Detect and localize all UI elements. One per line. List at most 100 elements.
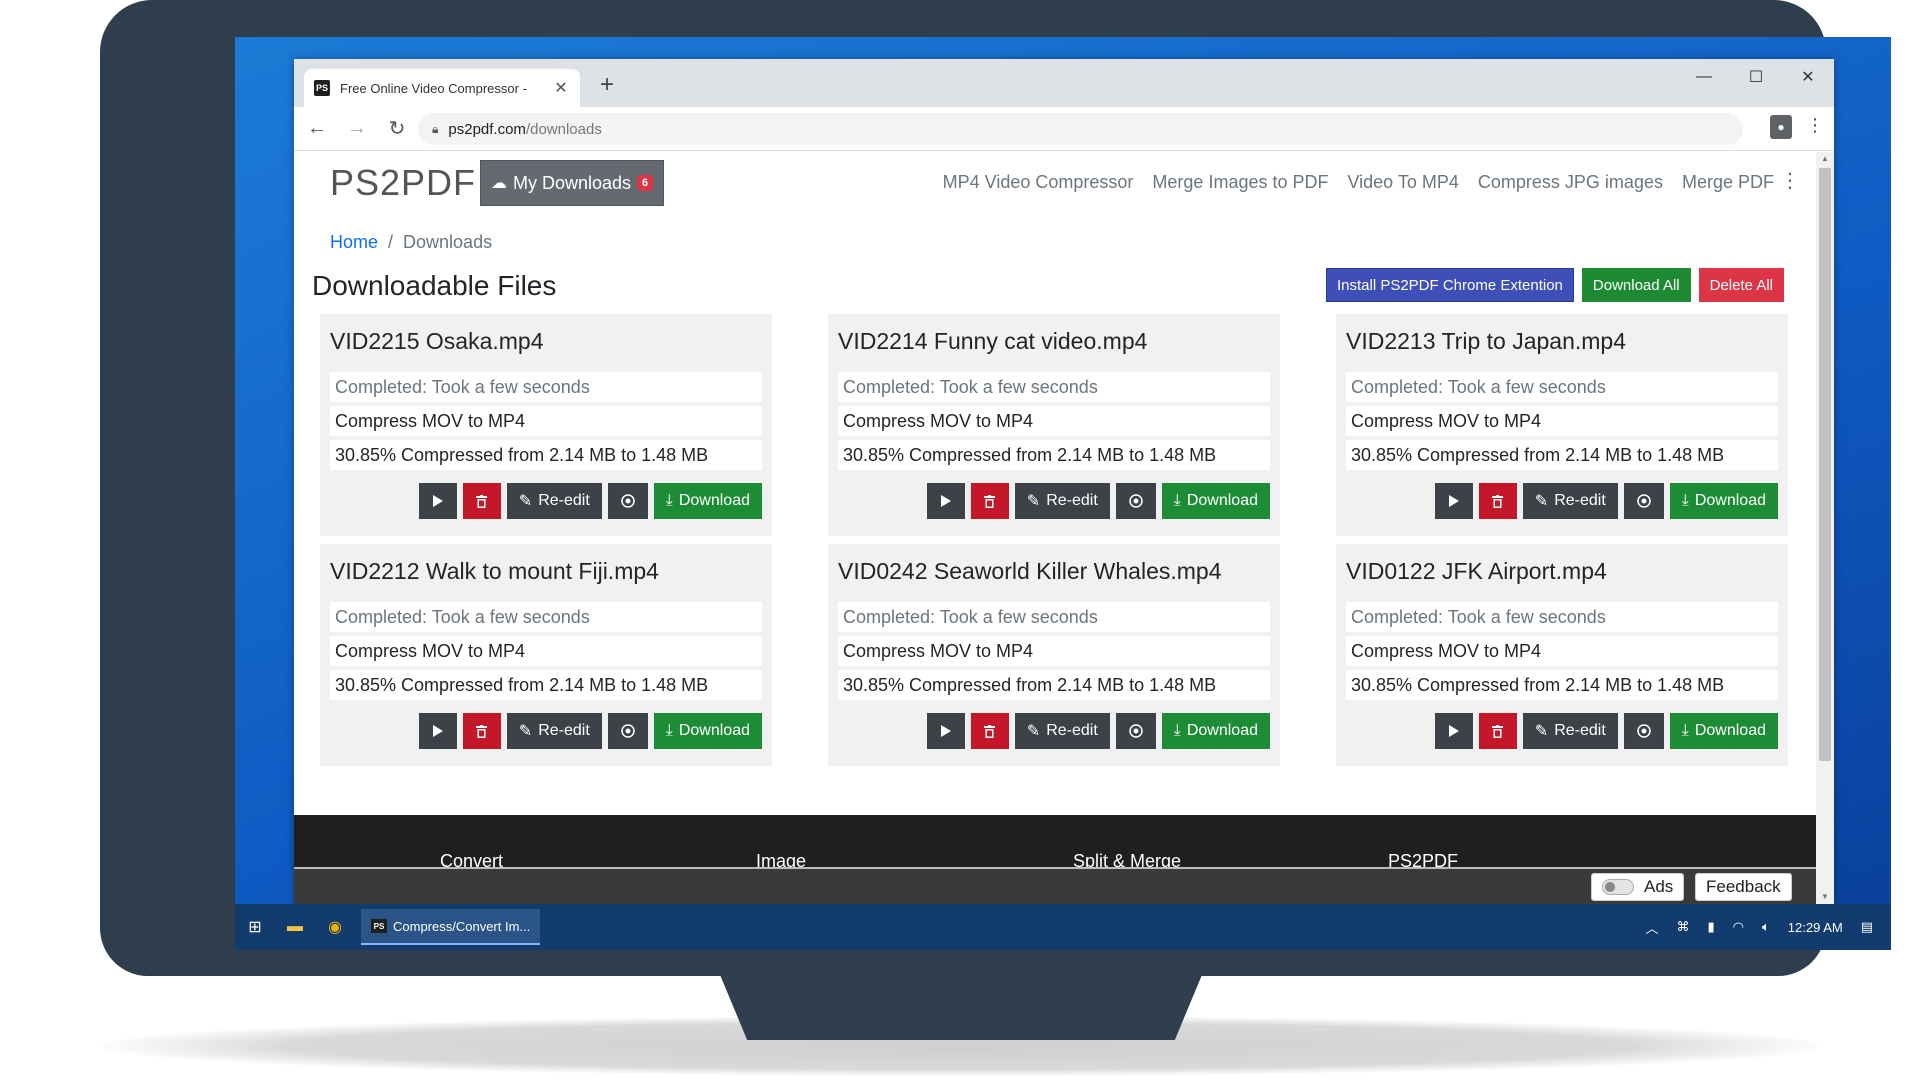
reedit-button[interactable]: ✎ Re-edit [506,713,602,749]
windows-taskbar: ⊞ ▬ ◉ PS Compress/Convert Im... ︿ ⌘ ▮ ◠ … [235,904,1891,950]
file-card: VID0122 JFK Airport.mp4 Completed: Took a… [1336,544,1788,766]
play-icon [1448,495,1459,507]
address-bar[interactable]: 🔒︎ ps2pdf.com/downloads [418,113,1743,145]
close-tab-icon[interactable]: ✕ [552,78,570,98]
nav-link-merge-pdf[interactable]: Merge PDF [1682,172,1774,193]
download-all-button[interactable]: Download All [1581,268,1691,302]
preview-button[interactable] [607,713,648,749]
notifications-icon[interactable]: ▤ [1861,919,1873,935]
breadcrumb-separator: / [388,232,394,252]
reedit-button[interactable]: ✎ Re-edit [1522,713,1618,749]
delete-button[interactable] [970,483,1009,519]
browser-menu-icon[interactable]: ⋮ [1806,115,1824,139]
file-status: Completed: Took a few seconds [1346,372,1778,402]
preview-button[interactable] [607,483,648,519]
delete-all-button[interactable]: Delete All [1698,268,1784,302]
play-icon [1448,725,1459,737]
download-icon: ⤓ [665,722,673,739]
maximize-icon[interactable]: ☐ [1730,59,1782,95]
breadcrumb-home[interactable]: Home [330,232,378,252]
site-favicon-icon: PS [314,80,330,96]
file-explorer-icon[interactable]: ▬ [275,904,315,950]
scroll-down-icon[interactable]: ▼ [1816,890,1834,904]
reedit-button[interactable]: ✎ Re-edit [1014,713,1110,749]
stage: PS Free Online Video Compressor - ✕ + — … [0,0,1920,1080]
delete-button[interactable] [462,483,501,519]
play-button[interactable] [418,713,457,749]
nav-link-compress-jpg[interactable]: Compress JPG images [1478,172,1663,193]
download-button[interactable]: ⤓ Download [653,483,762,519]
window-controls: — ☐ ✕ [1678,59,1834,95]
delete-button[interactable] [1478,713,1517,749]
download-button[interactable]: ⤓ Download [1161,713,1270,749]
wifi-icon[interactable]: ◠ [1733,919,1744,935]
file-result: 30.85% Compressed from 2.14 MB to 1.48 M… [330,670,762,700]
play-button[interactable] [418,483,457,519]
preview-button[interactable] [1115,713,1156,749]
ads-toggle[interactable]: Ads [1591,873,1685,901]
file-name: VID2212 Walk to mount Fiji.mp4 [330,558,659,584]
page-scrollbar[interactable]: ▲ ▼ [1816,152,1834,904]
download-button[interactable]: ⤓ Download [1161,483,1270,519]
reedit-button[interactable]: ✎ Re-edit [1014,483,1110,519]
preview-button[interactable] [1115,483,1156,519]
install-extension-button[interactable]: Install PS2PDF Chrome Extention [1325,268,1574,302]
toggle-switch-icon [1602,879,1634,895]
new-tab-button[interactable]: + [592,71,622,99]
trash-icon [984,494,996,508]
reload-icon[interactable]: ↻ [380,116,414,141]
scroll-thumb[interactable] [1819,168,1831,761]
site-logo[interactable]: PS2PDF [330,162,476,204]
tray-chevron-icon[interactable]: ︿ [1645,918,1658,937]
windows-start-icon[interactable]: ⊞ [235,904,275,950]
my-downloads-button[interactable]: ☁ My Downloads 6 [480,160,665,206]
card-actions: ✎ Re-edit ⤓ Download [926,713,1270,749]
feedback-button[interactable]: Feedback [1695,873,1792,901]
file-task: Compress MOV to MP4 [330,406,762,436]
pencil-icon: ✎ [1026,723,1041,740]
minimize-icon[interactable]: — [1678,59,1730,95]
nav-link-merge-images[interactable]: Merge Images to PDF [1152,172,1328,193]
pencil-icon: ✎ [1534,493,1549,510]
download-button[interactable]: ⤓ Download [653,713,762,749]
pencil-icon: ✎ [1534,723,1549,740]
site-more-icon[interactable]: ⋮ [1780,168,1800,193]
pencil-icon: ✎ [518,723,533,740]
preview-button[interactable] [1623,713,1664,749]
chrome-icon[interactable]: ◉ [315,904,355,950]
volume-icon[interactable]: 🔈︎ [1762,919,1770,935]
taskbar-clock[interactable]: 12:29 AM [1788,920,1843,935]
browser-toolbar: ← → ↻ 🔒︎ ps2pdf.com/downloads ● ⋮ [294,107,1834,151]
delete-button[interactable] [462,713,501,749]
close-window-icon[interactable]: ✕ [1782,59,1834,95]
download-icon: ⤓ [665,492,673,509]
reedit-button[interactable]: ✎ Re-edit [506,483,602,519]
play-button[interactable] [1434,483,1473,519]
taskbar-task[interactable]: PS Compress/Convert Im... [361,909,541,945]
preview-button[interactable] [1623,483,1664,519]
forward-icon[interactable]: → [340,117,374,140]
download-button[interactable]: ⤓ Download [1669,483,1778,519]
download-label: Download [1186,492,1258,509]
browser-tab[interactable]: PS Free Online Video Compressor - ✕ [304,69,580,107]
file-name: VID2213 Trip to Japan.mp4 [1346,328,1626,354]
back-icon[interactable]: ← [300,117,334,140]
card-actions: ✎ Re-edit ⤓ Download [1434,713,1778,749]
tablet-icon[interactable]: ▮ [1707,919,1714,935]
download-button[interactable]: ⤓ Download [1669,713,1778,749]
file-status: Completed: Took a few seconds [1346,602,1778,632]
delete-button[interactable] [1478,483,1517,519]
play-button[interactable] [926,713,965,749]
bulk-actions: Install PS2PDF Chrome Extention Download… [1325,268,1784,302]
pencil-icon: ✎ [1026,493,1041,510]
scroll-up-icon[interactable]: ▲ [1816,152,1834,166]
delete-button[interactable] [970,713,1009,749]
network-icon[interactable]: ⌘ [1676,919,1689,935]
profile-icon[interactable]: ● [1770,115,1792,139]
nav-link-mp4-compressor[interactable]: MP4 Video Compressor [943,172,1134,193]
target-icon [1129,494,1143,508]
nav-link-video-to-mp4[interactable]: Video To MP4 [1347,172,1458,193]
play-button[interactable] [1434,713,1473,749]
reedit-button[interactable]: ✎ Re-edit [1522,483,1618,519]
play-button[interactable] [926,483,965,519]
